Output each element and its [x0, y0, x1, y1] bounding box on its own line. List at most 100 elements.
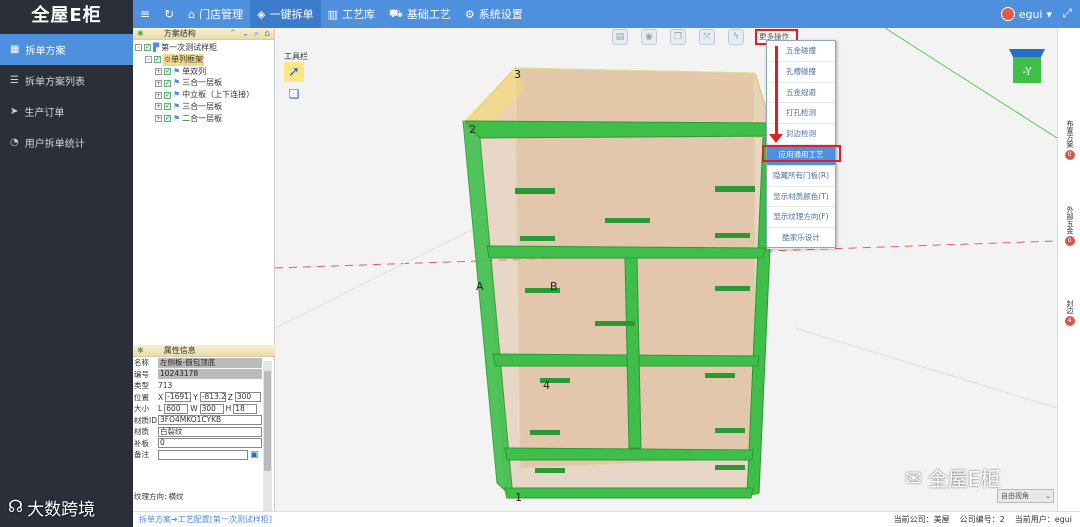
3d-viewport[interactable]: 3 2 A B 4 1: [275, 28, 1057, 511]
nav-process-library[interactable]: ▥ 工艺库: [321, 0, 382, 28]
cabinet-model: [275, 28, 1057, 500]
refresh-button[interactable]: ↻: [157, 0, 181, 28]
flag-icon: ⚑: [173, 78, 181, 88]
checkbox[interactable]: ✓: [154, 56, 161, 64]
prop-size-row: 大小 L 600 W 300 H 18: [133, 403, 275, 415]
menu-item-show-grain[interactable]: 显示纹理方向(F): [767, 207, 835, 229]
sidebar-item-label: 拆单方案列表: [24, 77, 85, 88]
rightbar-layout-plan[interactable]: 布置方案 0: [1058, 120, 1080, 160]
menu-toggle-button[interactable]: ≡: [133, 0, 157, 28]
sidebar-item-production-order[interactable]: ➤ 生产订单: [0, 96, 133, 127]
sidebar-item-split-plan[interactable]: ▦ 拆单方案: [0, 34, 133, 65]
sidebar-item-plan-list[interactable]: ☰ 拆单方案列表: [0, 65, 133, 96]
tree-node[interactable]: + ✓ ⚑ 二合一层板: [135, 113, 274, 125]
expand-icon[interactable]: +: [155, 115, 162, 123]
collapse-icon[interactable]: -: [135, 44, 142, 52]
scroll-thumb[interactable]: [264, 371, 271, 471]
axis-label: X: [158, 392, 164, 402]
prop-edge-row: 补板 0: [133, 438, 275, 450]
checkbox[interactable]: ✓: [144, 44, 151, 52]
checkbox[interactable]: ✓: [164, 67, 171, 75]
menu-item-show-material-color[interactable]: 显示材质颜色(T): [767, 187, 835, 208]
marker-a: A: [476, 280, 484, 293]
size-w-input[interactable]: 300: [199, 403, 224, 414]
props-scrollbar[interactable]: [263, 361, 272, 511]
checkbox[interactable]: ✓: [164, 91, 171, 99]
sidebar-item-label: 生产订单: [24, 108, 65, 119]
cabinet-view-icon[interactable]: ▤: [612, 29, 628, 45]
cabinet-icon: ▛: [153, 43, 160, 52]
wechat-icon: ✉: [905, 465, 922, 490]
search-icon[interactable]: ⌕: [254, 29, 259, 39]
lightning-icon[interactable]: ϟ: [728, 29, 744, 45]
home-icon[interactable]: ⌂: [264, 29, 270, 39]
size-h-input[interactable]: 18: [233, 403, 258, 414]
nav-one-click-split[interactable]: ◈ 一键拆单: [250, 0, 321, 28]
material-input[interactable]: 白裂纹: [158, 426, 262, 437]
nav-basic-process[interactable]: ⛟ 基础工艺: [382, 0, 458, 28]
material-id-input[interactable]: 3FO4MKO1CYKB: [158, 415, 262, 426]
tree-node-label: 单列框架: [171, 54, 204, 64]
user-menu[interactable]: egui ▾: [1000, 0, 1052, 28]
checkbox[interactable]: ✓: [164, 79, 171, 87]
watermark-right: ✉ 全屋E柜: [905, 463, 1000, 492]
menu-item-hide-doors[interactable]: 隐藏所有门板(R): [767, 166, 835, 187]
menu-item-kujiale-design[interactable]: 酷家乐设计: [767, 228, 835, 249]
nav-system-settings[interactable]: ⚙ 系统设置: [458, 0, 530, 28]
layers-icon[interactable]: ❏: [286, 86, 302, 102]
tree-node[interactable]: - ✓ ▛ 第一次测试样柜: [135, 42, 274, 54]
rightbar-external-hardware[interactable]: 外部五金 0: [1058, 206, 1080, 246]
flag-icon: ⚑: [173, 101, 181, 111]
prop-label: 备注: [134, 450, 149, 460]
tree-header-title: 方案结构: [163, 29, 196, 38]
breadcrumb[interactable]: 拆单方案➔工艺配置[第一次测试样柜]: [139, 514, 272, 525]
size-l-input[interactable]: 600: [164, 403, 189, 414]
target-icon[interactable]: ◉: [641, 29, 657, 45]
tree-node[interactable]: + ✓ ⚑ 单双列: [135, 66, 274, 78]
select-cursor-icon[interactable]: ➚: [284, 62, 304, 82]
prop-note-row: 备注 ▣: [133, 449, 275, 461]
fit-view-icon[interactable]: ⤧: [699, 29, 715, 45]
tree-node[interactable]: + ✓ ⚑ 三合一层板: [135, 101, 274, 113]
pos-x-input[interactable]: -1691.: [165, 392, 191, 403]
rightbar-edge-banding[interactable]: 封边 4: [1058, 300, 1080, 326]
list-icon: ☰: [10, 75, 19, 86]
structure-tree: - ✓ ▛ 第一次测试样柜 - ✓ ⚙单列框架 + ✓ ⚑ 单双列 + ✓ ⚑ 三合一层板 + ✓ ⚑ 中立…: [133, 40, 274, 125]
pos-z-input[interactable]: 300: [234, 392, 261, 403]
tree-node-label: 二合一层板: [182, 113, 223, 123]
axis-label: W: [190, 404, 198, 414]
expand-all-icon[interactable]: ⌃: [229, 29, 237, 39]
pos-y-input[interactable]: -813.2: [199, 392, 226, 403]
note-input[interactable]: [158, 449, 248, 460]
structure-panel: ✱ 方案结构 ⌃ ⌄ ⌕ ⌂ - ✓ ▛ 第一次测试样柜 - ✓ ⚙单列框架 + ✓ ⚑ 单双列 + ✓…: [133, 28, 275, 511]
marker-1: 1: [515, 491, 522, 504]
view-cube[interactable]: -Y: [1007, 43, 1047, 85]
marker-2: 2: [469, 123, 476, 136]
expand-icon[interactable]: +: [155, 79, 162, 87]
expand-icon[interactable]: +: [155, 103, 162, 111]
avatar: [1000, 7, 1015, 21]
view-mode-select[interactable]: 自由视角 ⌄: [997, 489, 1054, 503]
edge-input[interactable]: 0: [158, 438, 262, 449]
nav-label: 工艺库: [341, 8, 375, 21]
expand-icon[interactable]: +: [155, 91, 162, 99]
hamburger-icon: ≡: [140, 7, 151, 21]
prop-matid-row: 材质ID 3FO4MKO1CYKB: [133, 415, 275, 427]
checkbox[interactable]: ✓: [164, 115, 171, 123]
tree-node[interactable]: + ✓ ⚑ 三合一层板: [135, 77, 274, 89]
collapse-icon[interactable]: -: [145, 56, 152, 64]
sidebar-item-user-stats[interactable]: ◔ 用户拆单统计: [0, 127, 133, 158]
save-icon[interactable]: ▣: [250, 450, 259, 460]
copy-icon[interactable]: ❐: [670, 29, 686, 45]
tree-node-label: 中立板（上下连接）: [182, 90, 255, 100]
checkbox[interactable]: ✓: [164, 103, 171, 111]
tree-node[interactable]: - ✓ ⚙单列框架: [135, 53, 274, 66]
expand-icon[interactable]: +: [155, 67, 162, 75]
watermark-text: 大数跨境: [27, 499, 96, 520]
tree-node-label: 三合一层板: [182, 78, 223, 88]
nav-store-management[interactable]: ⌂ 门店管理: [181, 0, 250, 28]
fullscreen-icon[interactable]: ⤢: [1062, 6, 1072, 21]
prop-position-row: 位置 X -1691. Y -813.2 Z 300: [133, 392, 275, 404]
collapse-all-icon[interactable]: ⌄: [242, 29, 250, 39]
tree-node[interactable]: + ✓ ⚑ 中立板（上下连接）: [135, 89, 274, 101]
